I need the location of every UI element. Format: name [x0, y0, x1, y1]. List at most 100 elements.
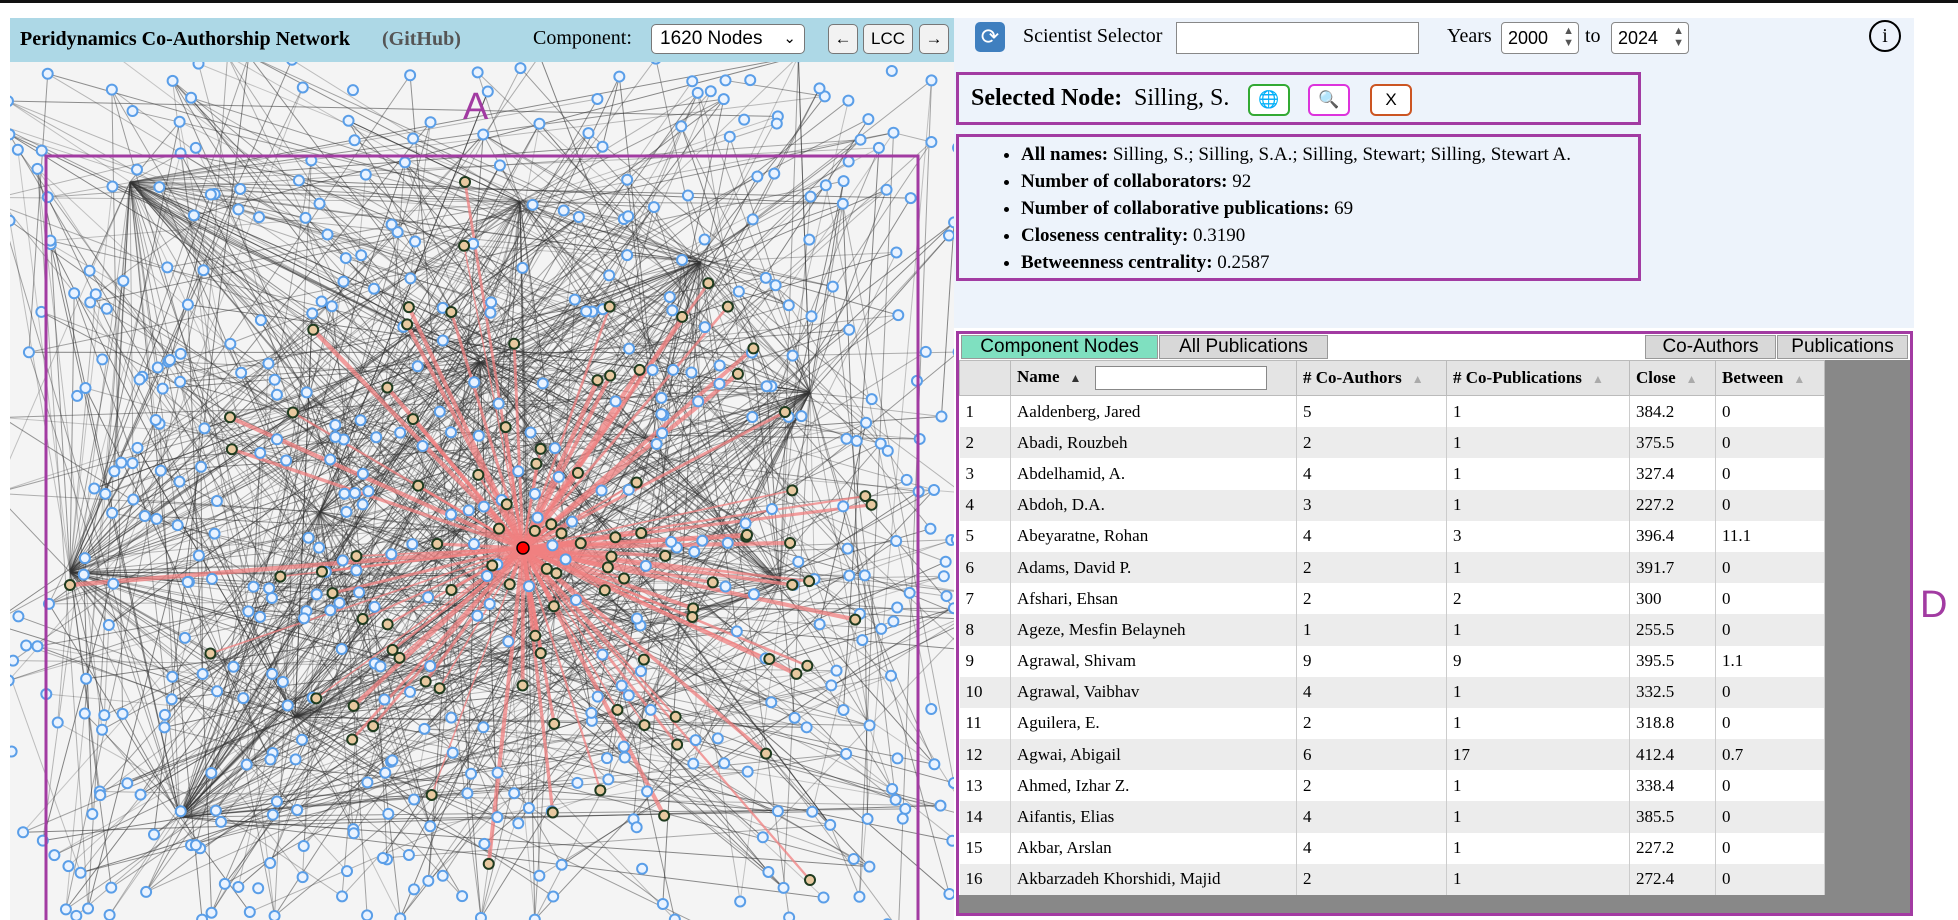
network-node[interactable] [166, 74, 179, 87]
network-node[interactable] [813, 618, 826, 631]
refresh-icon[interactable]: ⟳ [975, 22, 1005, 52]
network-node[interactable] [819, 179, 832, 192]
network-node[interactable] [115, 456, 128, 469]
collaborator-node[interactable] [779, 406, 791, 418]
table-row[interactable]: 6 Adams, David P. 2 1 391.7 0 [959, 551, 1825, 584]
network-node[interactable] [368, 282, 381, 295]
tab-component-nodes[interactable]: Component Nodes [961, 335, 1158, 359]
collaborator-node[interactable] [804, 874, 816, 886]
network-node[interactable] [422, 874, 435, 887]
collaborator-node[interactable] [790, 667, 803, 680]
network-node[interactable] [173, 475, 186, 488]
network-node[interactable] [935, 410, 948, 423]
network-node[interactable] [205, 766, 218, 779]
network-node[interactable] [718, 757, 731, 770]
network-node[interactable] [937, 570, 950, 583]
collaborator-node[interactable] [431, 537, 444, 550]
network-node[interactable] [850, 434, 863, 447]
network-node[interactable] [783, 911, 796, 920]
network-node[interactable] [41, 67, 54, 80]
globe-icon[interactable]: 🌐 [1248, 84, 1290, 116]
network-node[interactable] [621, 249, 634, 262]
network-node[interactable] [196, 668, 209, 681]
network-node[interactable] [595, 484, 608, 497]
network-node[interactable] [103, 908, 116, 920]
network-node[interactable] [647, 201, 660, 214]
network-node[interactable] [533, 869, 546, 882]
network-node[interactable] [691, 86, 704, 99]
network-node[interactable] [80, 672, 93, 685]
prev-component-button[interactable]: ← [828, 24, 858, 54]
network-node[interactable] [548, 442, 561, 455]
network-node[interactable] [35, 144, 48, 157]
table-row[interactable]: 2 Abadi, Rouzbeh 2 1 375.5 0 [959, 427, 1825, 459]
network-node[interactable] [840, 432, 853, 445]
network-node[interactable] [406, 538, 419, 551]
network-node[interactable] [10, 745, 18, 758]
network-node[interactable] [106, 506, 119, 519]
network-node[interactable] [472, 429, 485, 442]
collaborator-node[interactable] [571, 466, 584, 479]
network-node[interactable] [769, 279, 782, 292]
network-node[interactable] [841, 542, 854, 555]
network-node[interactable] [569, 594, 582, 607]
network-node[interactable] [10, 654, 20, 667]
collaborator-node[interactable] [555, 527, 568, 540]
collaborator-node[interactable] [492, 522, 505, 535]
network-node[interactable] [806, 805, 819, 818]
collaborator-node[interactable] [747, 342, 760, 355]
collaborator-node[interactable] [550, 567, 563, 580]
network-node[interactable] [394, 912, 407, 920]
network-node[interactable] [887, 126, 900, 139]
network-node[interactable] [173, 115, 186, 128]
network-node[interactable] [59, 903, 72, 916]
collaborator-node[interactable] [486, 559, 499, 572]
network-node[interactable] [665, 535, 678, 548]
collaborator-node[interactable] [603, 300, 616, 313]
network-node[interactable] [404, 69, 417, 82]
network-node[interactable] [268, 909, 281, 920]
collaborator-node[interactable] [225, 443, 238, 456]
network-node[interactable] [291, 803, 304, 816]
network-node[interactable] [516, 261, 529, 274]
column-name[interactable]: Name ▲ [1010, 360, 1297, 396]
network-node[interactable] [335, 643, 348, 656]
network-node[interactable] [863, 860, 876, 873]
network-node[interactable] [108, 465, 121, 478]
collaborator-node[interactable] [315, 565, 328, 578]
network-node[interactable] [20, 639, 33, 652]
network-node[interactable] [208, 527, 221, 540]
collaborator-node[interactable] [402, 301, 415, 314]
network-node[interactable] [613, 70, 626, 83]
network-node[interactable] [174, 375, 187, 388]
network-node[interactable] [88, 482, 101, 495]
network-node[interactable] [205, 906, 218, 919]
github-link[interactable]: (GitHub) [382, 28, 461, 51]
collaborator-node[interactable] [516, 679, 529, 692]
network-node[interactable] [445, 508, 458, 521]
network-node[interactable] [746, 411, 759, 424]
network-node[interactable] [734, 895, 747, 908]
network-node[interactable] [445, 426, 458, 439]
network-node[interactable] [609, 395, 622, 408]
year-from-input[interactable]: 2000 ▲ ▼ [1501, 22, 1579, 54]
network-node[interactable] [280, 454, 293, 467]
network-node[interactable] [329, 431, 342, 444]
network-node[interactable] [83, 264, 96, 277]
network-node[interactable] [913, 432, 926, 445]
network-node[interactable] [189, 839, 202, 852]
network-node[interactable] [719, 74, 732, 87]
network-node[interactable] [536, 377, 549, 390]
collaborator-node[interactable] [635, 527, 648, 540]
network-node[interactable] [676, 253, 689, 266]
network-node[interactable] [361, 909, 374, 920]
network-node[interactable] [370, 431, 383, 444]
network-node[interactable] [950, 534, 954, 545]
sort-icon[interactable]: ▲ [1412, 372, 1424, 386]
network-node[interactable] [875, 622, 888, 635]
network-node[interactable] [630, 821, 643, 834]
network-node[interactable] [211, 685, 224, 698]
collaborator-node[interactable] [459, 176, 471, 188]
network-node[interactable] [795, 410, 808, 423]
network-node[interactable] [555, 858, 568, 871]
